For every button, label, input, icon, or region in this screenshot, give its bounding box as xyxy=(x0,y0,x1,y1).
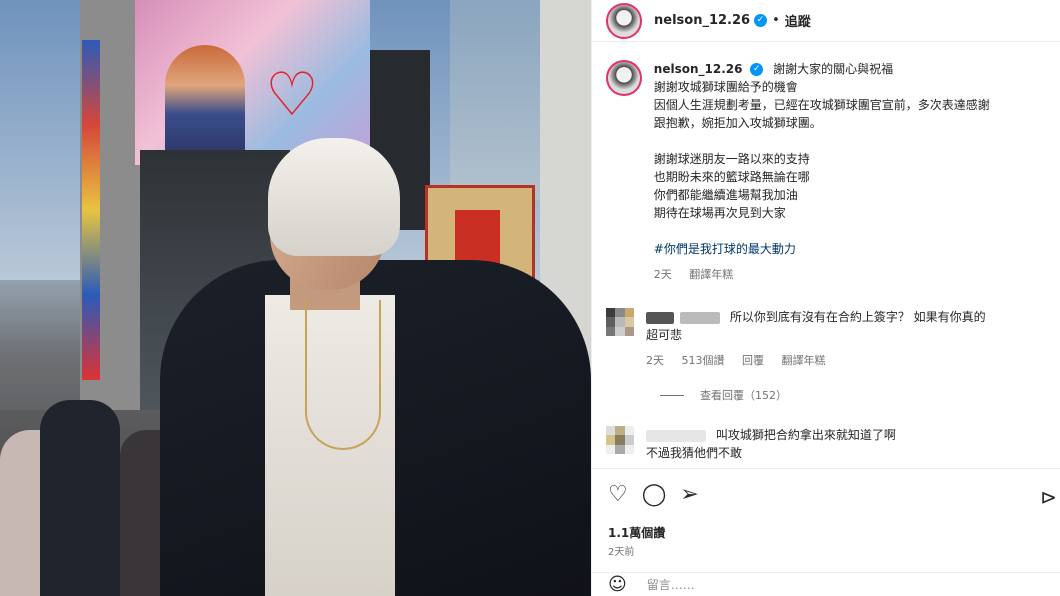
caption-line: 因個人生涯規劃考量，已經在攻城獅球團官宣前，多次表達感謝 xyxy=(653,98,990,112)
comment-username-blurred[interactable] xyxy=(680,311,720,324)
add-comment-bar: ☺ 留言…… xyxy=(592,572,1060,596)
post-caption: nelson_12.26 ✓ 謝謝大家的關心與祝福 謝謝攻城獅球團給予的機會 因… xyxy=(606,60,1051,284)
likes-count[interactable]: 1.1萬個讚 xyxy=(608,524,665,541)
comment-input[interactable]: 留言…… xyxy=(647,576,695,593)
view-replies-link[interactable]: 查看回覆（152） xyxy=(660,387,787,403)
verified-badge-icon: ✓ xyxy=(754,14,768,27)
comment-icon[interactable]: ◯ xyxy=(642,483,667,506)
header-separator: • xyxy=(772,13,780,28)
bookmark-icon[interactable]: ⊳ xyxy=(1040,485,1057,509)
comment-text: 叫攻城獅把合約拿出來就知道了啊 xyxy=(715,428,896,442)
share-icon[interactable]: ➢ xyxy=(680,483,698,506)
comment-reply-button[interactable]: 回覆 xyxy=(742,354,764,367)
caption-time: 2天 xyxy=(653,268,672,281)
photo-tower xyxy=(450,0,540,200)
photo-billboard-figure xyxy=(165,45,245,160)
emoji-icon[interactable]: ☺ xyxy=(608,574,627,595)
caption-username[interactable]: nelson_12.26 xyxy=(654,62,743,76)
post-photo[interactable]: ♡ xyxy=(0,0,591,596)
caption-hashtag[interactable]: #你們是我打球的最大動力 xyxy=(654,240,1051,258)
comment-avatar[interactable] xyxy=(606,308,634,336)
follow-button[interactable]: 追蹤 xyxy=(785,11,811,30)
comment-text: 不過我猜他們不敢 xyxy=(646,446,743,460)
comment-time: 2天 xyxy=(646,354,664,367)
caption-line: 跟抱歉，婉拒加入攻城獅球團。 xyxy=(653,116,822,130)
caption-line: 也期盼未來的籃球路無論在哪 xyxy=(653,170,810,184)
comment-item: 叫攻城獅把合約拿出來就知道了啊 不過我猜他們不敢 xyxy=(606,426,1051,462)
caption-line: 你們都能繼續進場幫我加油 xyxy=(653,188,798,202)
comment-avatar[interactable] xyxy=(606,426,634,454)
comment-text: 所以你到底有沒有在合約上簽字？ 如果有你真的 xyxy=(729,310,986,324)
post-side-panel: nelson_12.26 ✓ • 追蹤 nelson_12.26 ✓ 謝謝大家的… xyxy=(591,0,1060,596)
header-username[interactable]: nelson_12.26 xyxy=(654,13,750,28)
comment-translate-link[interactable]: 翻譯年糕 xyxy=(782,354,826,367)
avatar[interactable] xyxy=(606,2,642,39)
photo-man-necklace xyxy=(305,300,381,450)
comment-likes[interactable]: 513個讚 xyxy=(682,354,725,367)
caption-translate-link[interactable]: 翻譯年糕 xyxy=(689,268,733,281)
comment-item: 所以你到底有沒有在合約上簽字？ 如果有你真的 超可悲 2天 513個讚 回覆 翻… xyxy=(606,308,1051,370)
comment-text: 超可悲 xyxy=(646,328,683,342)
view-replies-label[interactable]: 查看回覆（152） xyxy=(700,387,787,403)
photo-pedestrian xyxy=(40,400,120,596)
photo-man-beanie xyxy=(268,138,400,256)
replies-divider xyxy=(660,394,684,396)
heart-icon[interactable]: ♡ xyxy=(608,483,628,506)
caption-line: 謝謝球迷朋友一路以來的支持 xyxy=(653,152,810,166)
post-header: nelson_12.26 ✓ • 追蹤 xyxy=(592,0,1060,42)
post-age: 2天前 xyxy=(608,547,635,558)
verified-badge-icon: ✓ xyxy=(750,63,764,76)
comment-username-blurred[interactable] xyxy=(646,429,706,442)
caption-avatar[interactable] xyxy=(606,60,642,96)
caption-line: 期待在球場再次見到大家 xyxy=(653,206,786,220)
photo-vertical-sign xyxy=(82,40,100,380)
comment-username-blurred[interactable] xyxy=(646,311,674,324)
photo-billboard-heart: ♡ xyxy=(265,60,319,130)
caption-line: 謝謝攻城獅球團給予的機會 xyxy=(653,80,798,94)
post-actions: ♡ ◯ ➢ ⊳ xyxy=(592,468,1060,520)
caption-first-line: 謝謝大家的關心與祝福 xyxy=(773,62,894,76)
